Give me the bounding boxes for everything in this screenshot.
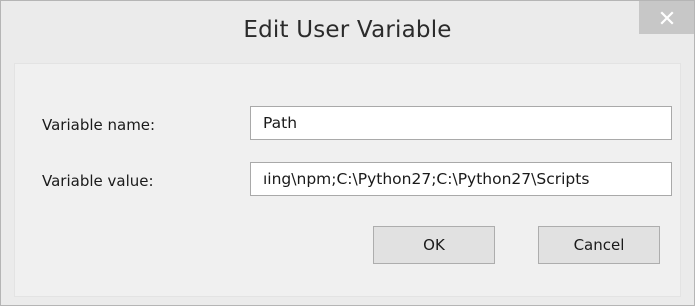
close-icon	[659, 10, 674, 25]
dialog-body: Variable name: Path Variable value: ıing…	[14, 63, 681, 297]
close-button[interactable]	[639, 1, 694, 34]
cancel-button[interactable]: Cancel	[538, 226, 660, 264]
variable-value-label: Variable value:	[42, 172, 154, 190]
variable-name-label: Variable name:	[42, 116, 156, 134]
ok-button[interactable]: OK	[373, 226, 495, 264]
edit-user-variable-dialog: Edit User Variable Variable name: Path V…	[0, 0, 695, 306]
dialog-title: Edit User Variable	[243, 17, 452, 43]
variable-value-field[interactable]: ıing\npm;C:\Python27;C:\Python27\Scripts	[250, 162, 672, 196]
variable-name-field[interactable]: Path	[250, 106, 672, 140]
title-bar[interactable]: Edit User Variable	[1, 1, 694, 63]
